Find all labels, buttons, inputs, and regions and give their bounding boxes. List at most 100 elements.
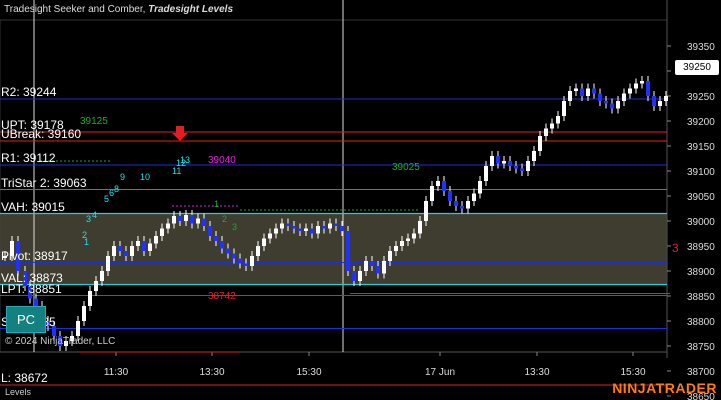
candle-body-110 [664,96,668,101]
candle-body-78 [472,193,476,201]
candle-body-54 [328,223,332,229]
count-label-1: 2 [82,230,87,240]
x-tick-label-1: 13:30 [199,367,224,378]
count-label-3: 4 [92,210,97,220]
candle-body-90 [544,128,548,136]
candle-body-103 [622,93,626,101]
pc-button[interactable]: PC [6,306,46,333]
candle-body-92 [556,116,560,124]
x-tick-label-5: 15:30 [620,367,645,378]
candle-body-87 [526,161,530,171]
candle-body-45 [274,228,278,234]
x-tick-label-2: 15:30 [296,367,321,378]
candle-body-48 [292,226,296,229]
ninjatrader-logo: NINJATRADER [612,380,717,396]
x-tick-label-4: 13:30 [524,367,549,378]
candle-body-89 [538,136,542,151]
level-label-3: R1: 39112 [1,151,56,165]
count-label-11: 13 [180,155,190,165]
candle-body-93 [562,101,566,116]
y-tick-label-2: 39250 [687,92,715,103]
candle-body-76 [460,206,464,209]
candle-body-51 [310,228,314,234]
candle-body-107 [646,81,650,96]
y-tick-label-8: 38950 [687,242,715,253]
candle-body-102 [616,101,620,109]
candle-body-22 [136,241,140,246]
candle-body-40 [244,263,248,266]
candle-body-50 [304,228,308,231]
candle-body-84 [508,161,512,166]
y-tick-label-4: 39150 [687,142,715,153]
candle-body-5 [34,298,38,306]
candle-body-97 [586,88,590,96]
level-label-0: R2: 39244 [1,85,57,99]
candle-body-94 [568,91,572,101]
count-label-14: 3 [232,222,237,232]
candle-body-100 [604,101,608,104]
candle-body-43 [262,238,266,246]
y-tick-label-13: 38700 [687,367,715,378]
count-label-8: 10 [140,172,150,182]
annotation-0: 39125 [80,116,108,127]
y-tick-label-5: 39100 [687,167,715,178]
candle-body-85 [514,166,518,169]
annotation-3: 38742 [208,291,236,302]
last-price-marker: 39250 [675,60,719,75]
candle-body-68 [412,233,416,239]
candle-body-12 [76,321,80,336]
candle-body-39 [238,258,242,264]
chart-title: Tradesight Seeker and Comber, Tradesight… [4,4,233,15]
candle-body-16 [100,271,104,281]
candle-body-42 [256,246,260,256]
candle-body-74 [448,191,452,201]
candle-body-104 [628,88,632,94]
y-tick-label-12: 38750 [687,342,715,353]
candle-body-17 [106,256,110,271]
candle-body-73 [442,181,446,191]
tab-levels[interactable]: Levels [5,387,31,397]
down-arrow-icon [172,126,188,141]
candle-body-65 [394,246,398,251]
y-tick-label-11: 38800 [687,317,715,328]
candle-body-71 [430,186,434,201]
candle-body-80 [484,166,488,181]
y-tick-label-6: 39050 [687,192,715,203]
candle-body-47 [286,223,290,226]
title-prefix: Tradesight Seeker and Comber, [4,4,146,15]
candle-body-79 [478,181,482,194]
candle-body-77 [466,201,470,209]
candle-body-29 [178,216,182,221]
level-label-8: LPT: 38851 [1,281,62,296]
candle-body-18 [112,246,116,256]
candle-body-35 [214,236,218,241]
level-label-5: VAH: 39015 [1,199,65,214]
annotation-2: 39025 [392,162,420,173]
y-tick-label-9: 38900 [687,267,715,278]
candle-body-63 [382,261,386,274]
candle-body-20 [124,251,128,256]
count-label-13: 2 [222,214,227,224]
candle-body-62 [376,266,380,274]
level-label-2: UBreak: 39160 [1,127,82,141]
candle-body-27 [166,223,170,229]
candle-body-82 [496,156,500,164]
candle-body-34 [208,226,212,236]
candle-body-44 [268,233,272,239]
candle-body-26 [160,228,164,236]
candle-body-109 [658,101,662,106]
count-label-12: 1 [214,199,219,209]
candle-body-28 [172,216,176,224]
candle-body-23 [142,241,146,251]
level-label-10: L: 38672 [1,371,48,385]
candle-body-81 [490,156,494,166]
candle-body-106 [640,81,644,84]
candle-body-96 [580,88,584,96]
candle-body-21 [130,246,134,256]
level-label-6: Pivot: 38917 [1,248,68,263]
x-tick-label-0: 11:30 [104,367,129,378]
title-indicator: Tradesight Levels [148,4,234,15]
candle-body-105 [634,83,638,89]
candle-body-58 [352,271,356,281]
annotation-1: 39040 [208,155,236,166]
